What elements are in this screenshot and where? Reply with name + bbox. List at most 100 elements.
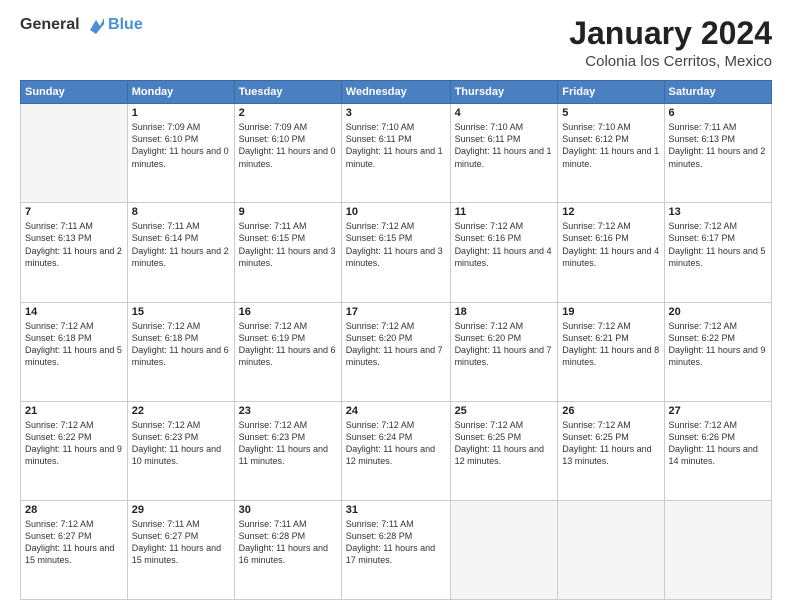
header-saturday: Saturday [664, 81, 771, 104]
header-friday: Friday [558, 81, 664, 104]
day-info: Sunrise: 7:12 AMSunset: 6:20 PMDaylight:… [455, 320, 554, 369]
day-number: 19 [562, 306, 659, 318]
table-row: 19 Sunrise: 7:12 AMSunset: 6:21 PMDaylig… [558, 302, 664, 401]
day-info: Sunrise: 7:12 AMSunset: 6:17 PMDaylight:… [669, 220, 767, 269]
day-number: 24 [346, 405, 446, 417]
day-number: 10 [346, 206, 446, 218]
day-info: Sunrise: 7:12 AMSunset: 6:18 PMDaylight:… [132, 320, 230, 369]
table-row: 28 Sunrise: 7:12 AMSunset: 6:27 PMDaylig… [21, 500, 128, 599]
table-row: 6 Sunrise: 7:11 AMSunset: 6:13 PMDayligh… [664, 104, 771, 203]
header-wednesday: Wednesday [341, 81, 450, 104]
table-row: 23 Sunrise: 7:12 AMSunset: 6:23 PMDaylig… [234, 401, 341, 500]
day-info: Sunrise: 7:11 AMSunset: 6:15 PMDaylight:… [239, 220, 337, 269]
day-info: Sunrise: 7:11 AMSunset: 6:13 PMDaylight:… [669, 121, 767, 170]
header-thursday: Thursday [450, 81, 558, 104]
table-row: 13 Sunrise: 7:12 AMSunset: 6:17 PMDaylig… [664, 203, 771, 302]
day-number: 22 [132, 405, 230, 417]
header: General Blue January 2024 Colonia los Ce… [20, 16, 772, 70]
day-number: 3 [346, 107, 446, 119]
day-number: 16 [239, 306, 337, 318]
day-info: Sunrise: 7:12 AMSunset: 6:26 PMDaylight:… [669, 419, 767, 468]
day-info: Sunrise: 7:12 AMSunset: 6:27 PMDaylight:… [25, 518, 123, 567]
day-info: Sunrise: 7:12 AMSunset: 6:20 PMDaylight:… [346, 320, 446, 369]
day-info: Sunrise: 7:10 AMSunset: 6:11 PMDaylight:… [455, 121, 554, 170]
table-row: 16 Sunrise: 7:12 AMSunset: 6:19 PMDaylig… [234, 302, 341, 401]
day-info: Sunrise: 7:12 AMSunset: 6:18 PMDaylight:… [25, 320, 123, 369]
month-title: January 2024 [569, 16, 772, 51]
day-info: Sunrise: 7:12 AMSunset: 6:15 PMDaylight:… [346, 220, 446, 269]
header-monday: Monday [127, 81, 234, 104]
day-info: Sunrise: 7:12 AMSunset: 6:22 PMDaylight:… [669, 320, 767, 369]
day-number: 2 [239, 107, 337, 119]
logo: General Blue [20, 16, 143, 34]
table-row: 11 Sunrise: 7:12 AMSunset: 6:16 PMDaylig… [450, 203, 558, 302]
day-info: Sunrise: 7:12 AMSunset: 6:19 PMDaylight:… [239, 320, 337, 369]
day-info: Sunrise: 7:11 AMSunset: 6:28 PMDaylight:… [346, 518, 446, 567]
calendar-table: Sunday Monday Tuesday Wednesday Thursday… [20, 80, 772, 600]
day-number: 11 [455, 206, 554, 218]
table-row: 24 Sunrise: 7:12 AMSunset: 6:24 PMDaylig… [341, 401, 450, 500]
day-info: Sunrise: 7:10 AMSunset: 6:12 PMDaylight:… [562, 121, 659, 170]
day-info: Sunrise: 7:11 AMSunset: 6:27 PMDaylight:… [132, 518, 230, 567]
table-row: 2 Sunrise: 7:09 AMSunset: 6:10 PMDayligh… [234, 104, 341, 203]
day-number: 12 [562, 206, 659, 218]
weekday-header-row: Sunday Monday Tuesday Wednesday Thursday… [21, 81, 772, 104]
day-number: 17 [346, 306, 446, 318]
day-number: 18 [455, 306, 554, 318]
day-info: Sunrise: 7:10 AMSunset: 6:11 PMDaylight:… [346, 121, 446, 170]
day-info: Sunrise: 7:09 AMSunset: 6:10 PMDaylight:… [239, 121, 337, 170]
table-row: 29 Sunrise: 7:11 AMSunset: 6:27 PMDaylig… [127, 500, 234, 599]
table-row: 27 Sunrise: 7:12 AMSunset: 6:26 PMDaylig… [664, 401, 771, 500]
day-number: 8 [132, 206, 230, 218]
table-row: 9 Sunrise: 7:11 AMSunset: 6:15 PMDayligh… [234, 203, 341, 302]
day-number: 21 [25, 405, 123, 417]
day-number: 13 [669, 206, 767, 218]
day-info: Sunrise: 7:12 AMSunset: 6:23 PMDaylight:… [132, 419, 230, 468]
table-row: 3 Sunrise: 7:10 AMSunset: 6:11 PMDayligh… [341, 104, 450, 203]
day-number: 7 [25, 206, 123, 218]
table-row: 25 Sunrise: 7:12 AMSunset: 6:25 PMDaylig… [450, 401, 558, 500]
table-row: 15 Sunrise: 7:12 AMSunset: 6:18 PMDaylig… [127, 302, 234, 401]
day-number: 31 [346, 504, 446, 516]
table-row: 8 Sunrise: 7:11 AMSunset: 6:14 PMDayligh… [127, 203, 234, 302]
table-row: 18 Sunrise: 7:12 AMSunset: 6:20 PMDaylig… [450, 302, 558, 401]
day-number: 23 [239, 405, 337, 417]
table-row: 20 Sunrise: 7:12 AMSunset: 6:22 PMDaylig… [664, 302, 771, 401]
title-block: January 2024 Colonia los Cerritos, Mexic… [569, 16, 772, 70]
logo-bird-icon [86, 16, 104, 34]
logo-general: General [20, 16, 80, 33]
table-row [450, 500, 558, 599]
day-number: 14 [25, 306, 123, 318]
day-number: 28 [25, 504, 123, 516]
table-row: 12 Sunrise: 7:12 AMSunset: 6:16 PMDaylig… [558, 203, 664, 302]
header-tuesday: Tuesday [234, 81, 341, 104]
day-number: 20 [669, 306, 767, 318]
day-info: Sunrise: 7:12 AMSunset: 6:25 PMDaylight:… [455, 419, 554, 468]
day-number: 26 [562, 405, 659, 417]
day-info: Sunrise: 7:11 AMSunset: 6:14 PMDaylight:… [132, 220, 230, 269]
location-title: Colonia los Cerritos, Mexico [569, 53, 772, 70]
table-row: 21 Sunrise: 7:12 AMSunset: 6:22 PMDaylig… [21, 401, 128, 500]
table-row: 14 Sunrise: 7:12 AMSunset: 6:18 PMDaylig… [21, 302, 128, 401]
table-row: 7 Sunrise: 7:11 AMSunset: 6:13 PMDayligh… [21, 203, 128, 302]
day-info: Sunrise: 7:12 AMSunset: 6:22 PMDaylight:… [25, 419, 123, 468]
table-row [21, 104, 128, 203]
table-row: 4 Sunrise: 7:10 AMSunset: 6:11 PMDayligh… [450, 104, 558, 203]
day-info: Sunrise: 7:12 AMSunset: 6:25 PMDaylight:… [562, 419, 659, 468]
header-sunday: Sunday [21, 81, 128, 104]
day-info: Sunrise: 7:12 AMSunset: 6:16 PMDaylight:… [455, 220, 554, 269]
table-row [664, 500, 771, 599]
day-number: 9 [239, 206, 337, 218]
day-number: 1 [132, 107, 230, 119]
table-row: 5 Sunrise: 7:10 AMSunset: 6:12 PMDayligh… [558, 104, 664, 203]
logo-blue: Blue [108, 16, 143, 33]
day-number: 30 [239, 504, 337, 516]
day-info: Sunrise: 7:09 AMSunset: 6:10 PMDaylight:… [132, 121, 230, 170]
day-number: 25 [455, 405, 554, 417]
table-row: 1 Sunrise: 7:09 AMSunset: 6:10 PMDayligh… [127, 104, 234, 203]
day-info: Sunrise: 7:11 AMSunset: 6:13 PMDaylight:… [25, 220, 123, 269]
page: General Blue January 2024 Colonia los Ce… [0, 0, 792, 612]
table-row: 31 Sunrise: 7:11 AMSunset: 6:28 PMDaylig… [341, 500, 450, 599]
day-number: 4 [455, 107, 554, 119]
day-info: Sunrise: 7:12 AMSunset: 6:23 PMDaylight:… [239, 419, 337, 468]
